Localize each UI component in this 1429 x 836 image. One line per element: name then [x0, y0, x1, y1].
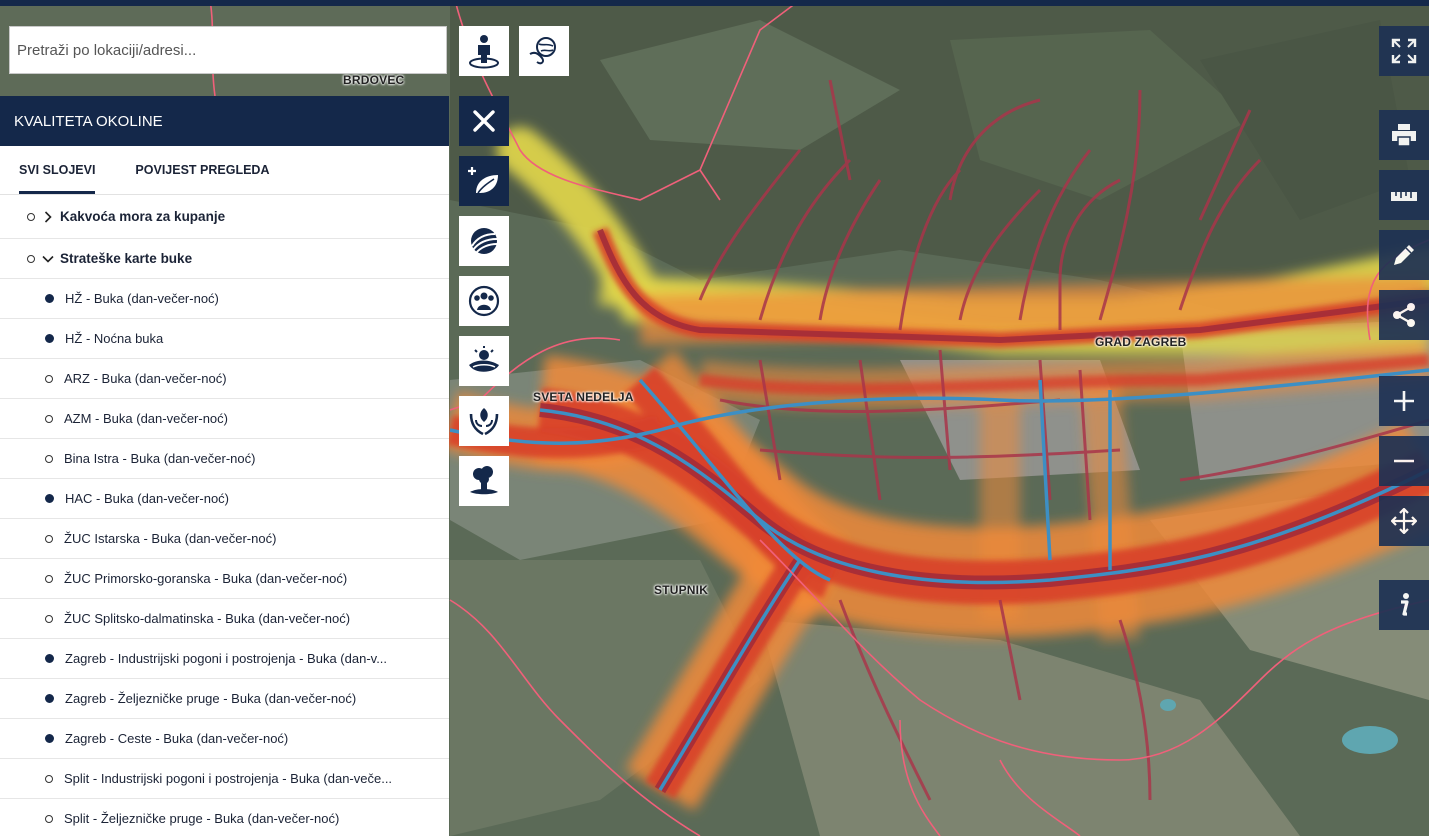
agriculture-icon: [471, 228, 498, 254]
zoom-out-button[interactable]: [1379, 436, 1429, 486]
info-button[interactable]: [1379, 580, 1429, 630]
nature-protection-icon: [469, 408, 499, 436]
layer-label: AZM - Buka (dan-večer-noć): [64, 411, 228, 426]
layer-item[interactable]: Zagreb - Industrijski pogoni i postrojen…: [0, 639, 449, 679]
layer-toggle-radio[interactable]: [45, 654, 54, 663]
layer-label: Bina Istra - Buka (dan-večer-noć): [64, 451, 256, 466]
zoom-in-button[interactable]: [1379, 376, 1429, 426]
nature-protection-button[interactable]: [459, 396, 509, 446]
layer-toggle-radio[interactable]: [45, 534, 53, 543]
draw-pencil-icon: [1394, 245, 1414, 265]
layer-item[interactable]: AZM - Buka (dan-večer-noć): [0, 399, 449, 439]
layer-item[interactable]: HŽ - Buka (dan-večer-noć): [0, 279, 449, 319]
location-search[interactable]: [9, 26, 447, 74]
layer-item[interactable]: ARZ - Buka (dan-večer-noć): [0, 359, 449, 399]
globe-hand-icon: [529, 37, 556, 65]
pan-icon: [1391, 508, 1417, 534]
chevron-right-icon[interactable]: [41, 210, 54, 223]
layer-label: Zagreb - Ceste - Buka (dan-večer-noć): [65, 731, 289, 746]
population-icon: [468, 285, 500, 317]
add-environment-layer-button[interactable]: [459, 156, 509, 206]
pollution-icon: [470, 466, 498, 495]
layer-item[interactable]: Split - Željezničke pruge - Buka (dan-ve…: [0, 799, 449, 836]
layer-item[interactable]: ŽUC Istarska - Buka (dan-večer-noć): [0, 519, 449, 559]
layer-toggle-radio[interactable]: [45, 454, 53, 463]
layer-toggle-radio[interactable]: [45, 414, 53, 423]
tab-all-layers[interactable]: SVI SLOJEVI: [19, 146, 96, 194]
layer-toggle-radio[interactable]: [45, 814, 53, 823]
layer-toggle-radio[interactable]: [45, 494, 54, 503]
map-label-sveta-nedelja: SVETA NEDELJA: [533, 390, 634, 404]
map-label-brdovec: BRDOVEC: [343, 73, 405, 87]
layer-item[interactable]: Split - Industrijski pogoni i postrojenj…: [0, 759, 449, 799]
layer-toggle-radio[interactable]: [45, 334, 54, 343]
layer-item[interactable]: HŽ - Noćna buka: [0, 319, 449, 359]
layer-group-noise-maps[interactable]: Strateške karte buke: [0, 239, 449, 279]
layer-item[interactable]: Zagreb - Željezničke pruge - Buka (dan-v…: [0, 679, 449, 719]
pan-button[interactable]: [1379, 496, 1429, 546]
add-environment-icon: [468, 167, 498, 194]
layer-label: Zagreb - Industrijski pogoni i postrojen…: [65, 651, 388, 666]
layer-item[interactable]: ŽUC Primorsko-goranska - Buka (dan-večer…: [0, 559, 449, 599]
layer-group-bathing-water[interactable]: Kakvoća mora za kupanje: [0, 195, 449, 239]
radio-icon[interactable]: [27, 212, 35, 221]
layer-label: Split - Željezničke pruge - Buka (dan-ve…: [64, 811, 340, 826]
street-view-icon: [469, 35, 499, 69]
zoom-out-icon: [1394, 459, 1414, 463]
layer-list: Kakvoća mora za kupanje Strateške karte …: [0, 195, 449, 836]
zoom-in-icon: [1394, 391, 1414, 411]
map-label-grad-zagreb: GRAD ZAGREB: [1095, 335, 1187, 349]
pollution-button[interactable]: [459, 456, 509, 506]
layer-label: HAC - Buka (dan-večer-noć): [65, 491, 229, 506]
layer-toggle-radio[interactable]: [45, 294, 54, 303]
panel-tabs: SVI SLOJEVI POVIJEST PREGLEDA: [0, 146, 449, 195]
tab-view-history[interactable]: POVIJEST PREGLEDA: [135, 146, 269, 194]
layer-label: ŽUC Primorsko-goranska - Buka (dan-večer…: [64, 571, 348, 586]
layer-toggle-radio[interactable]: [45, 774, 53, 783]
layer-label: HŽ - Buka (dan-večer-noć): [65, 291, 219, 306]
print-button[interactable]: [1379, 110, 1429, 160]
layer-label: HŽ - Noćna buka: [65, 331, 164, 346]
layer-group-label: Strateške karte buke: [60, 251, 193, 266]
share-icon: [1393, 303, 1415, 327]
layers-panel: KVALITETA OKOLINE SVI SLOJEVI POVIJEST P…: [0, 96, 449, 836]
share-button[interactable]: [1379, 290, 1429, 340]
close-panel-button[interactable]: [459, 96, 509, 146]
map-label-stupnik: STUPNIK: [654, 583, 709, 597]
layer-label: ŽUC Splitsko-dalmatinska - Buka (dan-več…: [64, 611, 351, 626]
layer-toggle-radio[interactable]: [45, 574, 53, 583]
draw-button[interactable]: [1379, 230, 1429, 280]
population-button[interactable]: [459, 276, 509, 326]
info-icon: [1401, 593, 1409, 616]
layer-item[interactable]: Zagreb - Ceste - Buka (dan-večer-noć): [0, 719, 449, 759]
panel-title: KVALITETA OKOLINE: [0, 96, 449, 146]
layer-label: Zagreb - Željezničke pruge - Buka (dan-v…: [65, 691, 357, 706]
street-view-button[interactable]: [459, 26, 509, 76]
radio-icon[interactable]: [27, 254, 35, 263]
landscape-icon: [469, 346, 499, 372]
layer-item[interactable]: ŽUC Splitsko-dalmatinska - Buka (dan-več…: [0, 599, 449, 639]
layer-toggle-radio[interactable]: [45, 374, 53, 383]
close-icon: [473, 110, 495, 132]
layer-label: ARZ - Buka (dan-večer-noć): [64, 371, 227, 386]
fullscreen-icon: [1391, 38, 1417, 64]
layer-toggle-radio[interactable]: [45, 694, 54, 703]
layer-item[interactable]: Bina Istra - Buka (dan-večer-noć): [0, 439, 449, 479]
top-bar: [0, 0, 1429, 6]
layer-group-label: Kakvoća mora za kupanje: [60, 209, 226, 224]
layer-toggle-radio[interactable]: [45, 614, 53, 623]
measure-button[interactable]: [1379, 170, 1429, 220]
layer-item[interactable]: HAC - Buka (dan-večer-noć): [0, 479, 449, 519]
search-input[interactable]: [10, 27, 446, 73]
measure-ruler-icon: [1391, 192, 1417, 201]
agriculture-button[interactable]: [459, 216, 509, 266]
layer-toggle-radio[interactable]: [45, 734, 54, 743]
print-icon: [1392, 124, 1416, 147]
fullscreen-button[interactable]: [1379, 26, 1429, 76]
globe-hand-button[interactable]: [519, 26, 569, 76]
chevron-down-icon[interactable]: [41, 252, 54, 265]
layer-label: ŽUC Istarska - Buka (dan-večer-noć): [64, 531, 277, 546]
landscape-button[interactable]: [459, 336, 509, 386]
layer-label: Split - Industrijski pogoni i postrojenj…: [64, 771, 393, 786]
